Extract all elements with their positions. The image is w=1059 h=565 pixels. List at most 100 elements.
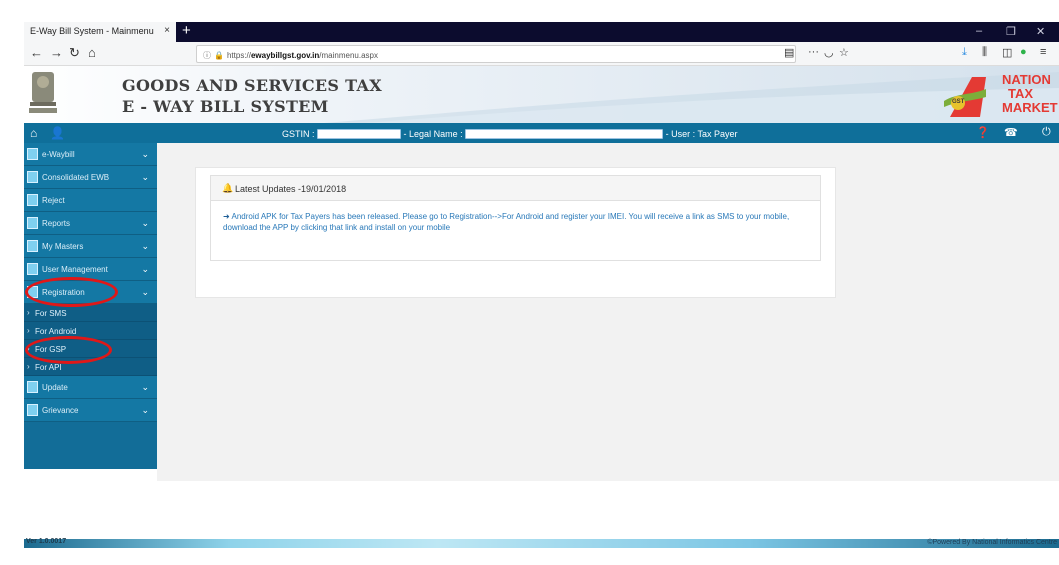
page-footer: Ver 1.0.0017 ©Powered By National Inform… [24, 538, 1059, 548]
sidebar-subitem-label: For API [35, 363, 62, 372]
sidebar-item-label: e-Waybill [42, 150, 75, 159]
site-title: GOODS AND SERVICES TAX E - WAY BILL SYST… [122, 75, 382, 117]
sidebar-item-label: Consolidated EWB [42, 173, 110, 182]
sidebar-item-label: My Masters [42, 242, 84, 251]
pocket-icon[interactable]: ◡ [824, 46, 834, 59]
site-title-line2: E - WAY BILL SYSTEM [122, 97, 329, 116]
document-icon [27, 194, 38, 206]
sidebar-item-user-management[interactable]: User Management ⌄ [24, 258, 157, 281]
bell-icon: 🔔 [222, 183, 234, 193]
user-role-label: - User : Tax Payer [665, 128, 738, 139]
version-label: Ver 1.0.0017 [26, 538, 67, 545]
users-icon [27, 263, 38, 275]
user-info-bar: ⌂ 👤 GSTIN : - Legal Name : - User : Tax … [24, 123, 1059, 143]
chevron-down-icon: ⌄ [141, 149, 149, 159]
latest-updates-body: ➜ Android APK for Tax Payers has been re… [210, 201, 821, 261]
forward-icon[interactable]: → [50, 46, 63, 60]
document-icon [27, 404, 38, 416]
logout-icon[interactable]: ⏻ [1042, 126, 1051, 139]
contact-icon[interactable]: ☎ [1004, 126, 1018, 139]
chevron-down-icon: ⌄ [141, 218, 149, 228]
logo-text-line2: TAX [1008, 86, 1034, 101]
chevron-down-icon: ⌄ [141, 287, 149, 297]
sidebar-item-reject[interactable]: Reject [24, 189, 157, 212]
info-icon[interactable]: ⓘ [203, 51, 211, 60]
url-path: /mainmenu.aspx [319, 51, 378, 60]
sidebar-item-e-waybill[interactable]: e-Waybill ⌄ [24, 143, 157, 166]
logo-badge: GST [952, 99, 965, 105]
sidebar-item-label: Update [42, 383, 68, 392]
report-icon [27, 217, 38, 229]
bookmark-star-icon[interactable]: ☆ [839, 46, 849, 59]
url-prefix: https:// [226, 51, 251, 60]
tab-title: E-Way Bill System - Mainmenu [30, 26, 154, 36]
latest-updates-title: Latest Updates -19/01/2018 [235, 184, 347, 194]
page-actions-icon[interactable]: ··· [808, 46, 819, 58]
sidebar-item-label: Reject [42, 196, 65, 205]
download-icon[interactable]: ⤓ [962, 46, 967, 59]
url-domain: ewaybillgst.gov.in [250, 51, 320, 60]
chevron-right-icon: › [27, 362, 30, 371]
sidebar-item-grievance[interactable]: Grievance ⌄ [24, 399, 157, 422]
chevron-down-icon: ⌄ [141, 172, 149, 182]
document-icon [27, 286, 38, 298]
extension-icon[interactable]: ● [1020, 46, 1027, 58]
footer-credit: ©Powered By National Informatics Centre [927, 539, 1057, 546]
masters-icon [27, 240, 38, 252]
back-icon[interactable]: ← [30, 46, 43, 60]
close-window-icon[interactable]: ✕ [1036, 25, 1045, 38]
logo-mark-icon [944, 77, 986, 117]
document-icon [27, 381, 38, 393]
document-icon [27, 171, 38, 183]
new-tab-icon[interactable]: + [182, 23, 191, 39]
sidebar-toggle-icon[interactable]: ◫ [1002, 46, 1012, 59]
site-header: GOODS AND SERVICES TAX E - WAY BILL SYST… [24, 66, 1059, 123]
sidebar-subitem-label: For Android [35, 327, 77, 336]
sidebar-subitem-label: For GSP [35, 345, 67, 354]
browser-toolbar: ← → ↻ ⌂ ⓘ 🔒 https://ewaybillgst.gov.in/mai… [24, 42, 1059, 66]
sidebar-subitem-for-android[interactable]: › For Android [24, 322, 157, 340]
user-profile-icon[interactable]: 👤 [50, 126, 65, 140]
sidebar-item-label: User Management [42, 265, 108, 274]
sidebar-item-my-masters[interactable]: My Masters ⌄ [24, 235, 157, 258]
latest-updates-header: 🔔 Latest Updates -19/01/2018 [210, 175, 821, 201]
sidebar-subitem-for-sms[interactable]: › For SMS [24, 304, 157, 322]
home-nav-icon[interactable]: ⌂ [30, 126, 37, 140]
home-icon[interactable]: ⌂ [88, 46, 96, 60]
logo-text-line1: NATION [1002, 72, 1051, 87]
reload-icon[interactable]: ↻ [69, 46, 80, 60]
sidebar-item-consolidated-ewb[interactable]: Consolidated EWB ⌄ [24, 166, 157, 189]
legal-name-label: - Legal Name : [403, 128, 463, 139]
chevron-right-icon: › [27, 344, 30, 353]
tab-close-icon[interactable]: × [164, 25, 170, 36]
chevron-down-icon: ⌄ [141, 241, 149, 251]
logo-text-line3: MARKET [1002, 100, 1058, 115]
browser-window: E-Way Bill System - Mainmenu × + – ❐ ✕ ←… [24, 22, 1059, 548]
lock-icon: 🔒 [214, 51, 224, 60]
latest-updates-panel: 🔔 Latest Updates -19/01/2018 ➜ Android A… [195, 167, 836, 298]
reader-view-icon[interactable]: ▤ [784, 46, 794, 59]
help-icon[interactable]: ❓ [976, 126, 990, 139]
menu-icon[interactable]: ≡ [1040, 46, 1046, 58]
national-emblem-icon [29, 72, 57, 113]
maximize-icon[interactable]: ❐ [1006, 25, 1016, 38]
chevron-right-icon: › [27, 326, 30, 335]
gstin-label: GSTIN : [282, 128, 315, 139]
update-message-text: Android APK for Tax Payers has been rele… [223, 212, 790, 232]
sidebar-item-reports[interactable]: Reports ⌄ [24, 212, 157, 235]
sidebar-item-update[interactable]: Update ⌄ [24, 376, 157, 399]
browser-tab-strip: E-Way Bill System - Mainmenu × + – ❐ ✕ [24, 22, 1059, 42]
chevron-right-icon: › [27, 308, 30, 317]
update-message[interactable]: ➜ Android APK for Tax Payers has been re… [223, 211, 811, 233]
browser-tab[interactable]: E-Way Bill System - Mainmenu × [24, 22, 176, 42]
minimize-icon[interactable]: – [976, 25, 982, 37]
chevron-down-icon: ⌄ [141, 264, 149, 274]
library-icon[interactable]: ⫼ [982, 46, 987, 59]
sidebar-subitem-for-gsp[interactable]: › For GSP [24, 340, 157, 358]
sidebar-subitem-for-api[interactable]: › For API [24, 358, 157, 376]
sidebar-item-registration[interactable]: Registration ⌄ [24, 281, 157, 304]
sidebar-item-label: Grievance [42, 406, 79, 415]
address-bar[interactable]: ⓘ 🔒 https://ewaybillgst.gov.in/mainmenu.as… [196, 45, 796, 63]
chevron-down-icon: ⌄ [141, 405, 149, 415]
sidebar-item-label: Reports [42, 219, 71, 228]
